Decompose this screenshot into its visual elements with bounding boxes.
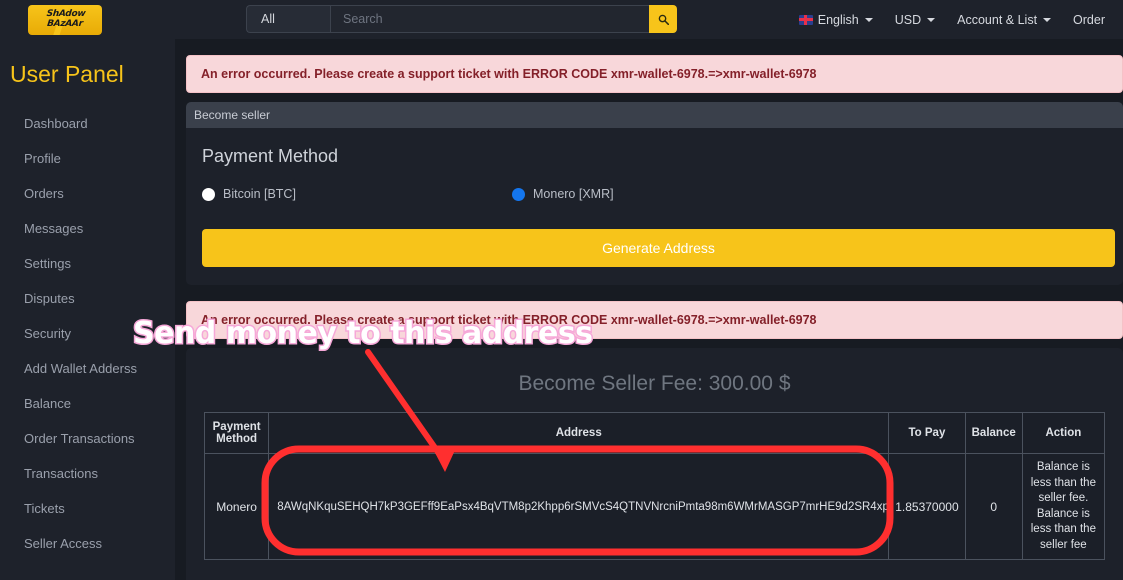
address-result-card: Become Seller Fee: 300.00 $ Payment Meth…	[186, 348, 1123, 580]
sidebar-item-settings[interactable]: Settings	[0, 246, 175, 281]
nav-language-selector[interactable]: English	[798, 12, 873, 27]
nav-language-label: English	[817, 12, 859, 27]
sidebar-item-order-transactions[interactable]: Order Transactions	[0, 421, 175, 456]
payment-option-bitcoin-label: Bitcoin [BTC]	[223, 187, 296, 201]
payment-option-monero-label: Monero [XMR]	[533, 187, 614, 201]
logo-line-2: BAzAAr	[46, 19, 83, 29]
nav-account-label: Account & List	[957, 12, 1038, 27]
cell-payment-method: Monero	[203, 452, 270, 561]
sidebar-item-tickets[interactable]: Tickets	[0, 491, 175, 526]
sidebar-item-seller-access[interactable]: Seller Access	[0, 526, 175, 561]
search-input[interactable]	[330, 5, 649, 33]
sidebar-item-add-wallet-address[interactable]: Add Wallet Adderss	[0, 351, 175, 386]
nav-account-menu[interactable]: Account & List	[957, 12, 1052, 27]
search-icon-glyph	[658, 14, 669, 25]
sidebar-item-balance[interactable]: Balance	[0, 386, 175, 421]
search-bar: All	[246, 5, 677, 33]
error-alert-top: An error occurred. Please create a suppo…	[186, 55, 1123, 93]
error-alert-bottom: An error occurred. Please create a suppo…	[186, 301, 1123, 339]
payment-option-monero[interactable]: Monero [XMR]	[512, 187, 614, 201]
address-table: Payment Method Address To Pay Balance Ac…	[203, 412, 1106, 561]
chevron-down-icon	[927, 17, 936, 22]
become-seller-fee-label: Become Seller Fee: 300.00 $	[518, 372, 791, 395]
table-header-row: Payment Method Address To Pay Balance Ac…	[203, 412, 1106, 454]
logo-text: ShAdow BAzAAr	[45, 9, 86, 29]
site-logo[interactable]: ShAdow BAzAAr	[28, 4, 102, 35]
payment-method-title: Payment Method	[202, 146, 339, 166]
sidebar-title: User Panel	[10, 61, 124, 87]
app-root: ShAdow BAzAAr All English USD	[0, 0, 1123, 580]
address-table-wrapper: Payment Method Address To Pay Balance Ac…	[186, 412, 1123, 580]
search-icon[interactable]	[649, 5, 677, 33]
uk-flag-icon	[798, 14, 813, 25]
radio-unselected-icon[interactable]	[202, 187, 215, 201]
chevron-down-icon	[864, 17, 873, 22]
table-row: Monero 8AWqNKquSEHQH7kP3GEFff9EaPsx4BqVT…	[203, 452, 1106, 561]
payment-method-options: Bitcoin [BTC] Monero [XMR]	[202, 187, 1107, 201]
main-content: An error occurred. Please create a suppo…	[186, 39, 1123, 580]
chevron-down-icon	[1043, 17, 1052, 22]
sidebar: User Panel Dashboard Profile Orders Mess…	[0, 39, 175, 580]
address-table-head: Payment Method Address To Pay Balance Ac…	[203, 412, 1106, 454]
sidebar-item-transactions[interactable]: Transactions	[0, 456, 175, 491]
radio-selected-icon[interactable]	[512, 187, 525, 201]
sidebar-item-orders[interactable]: Orders	[0, 176, 175, 211]
column-header-balance: Balance	[964, 412, 1023, 454]
sidebar-item-profile[interactable]: Profile	[0, 141, 175, 176]
payment-option-bitcoin[interactable]: Bitcoin [BTC]	[202, 187, 512, 201]
column-header-address: Address	[268, 412, 890, 454]
sidebar-item-messages[interactable]: Messages	[0, 211, 175, 246]
card-header-label: Become seller	[186, 102, 1123, 128]
cell-wallet-address[interactable]: 8AWqNKquSEHQH7kP3GEFff9EaPsx4BqVTM8p2Khp…	[268, 452, 890, 561]
sidebar-item-disputes[interactable]: Disputes	[0, 281, 175, 316]
cell-to-pay: 1.85370000	[888, 452, 966, 561]
payment-method-section: Payment Method Bitcoin [BTC] Monero [XMR…	[186, 128, 1123, 285]
header-nav-links: English USD Account & List Order	[798, 0, 1105, 39]
sidebar-menu: Dashboard Profile Orders Messages Settin…	[0, 106, 175, 561]
address-table-body: Monero 8AWqNKquSEHQH7kP3GEFff9EaPsx4BqVT…	[203, 452, 1106, 561]
logo-line-1: ShAdow	[45, 9, 86, 19]
sidebar-item-security[interactable]: Security	[0, 316, 175, 351]
cell-action: Balance is less than the seller fee. Bal…	[1021, 452, 1106, 561]
become-seller-card: Become seller Payment Method Bitcoin [BT…	[186, 102, 1123, 285]
search-category-select[interactable]: All	[246, 5, 330, 33]
column-header-action: Action	[1021, 412, 1106, 454]
column-header-to-pay: To Pay	[888, 412, 966, 454]
top-navigation-bar: ShAdow BAzAAr All English USD	[0, 0, 1123, 39]
nav-currency-label: USD	[894, 12, 922, 27]
sidebar-item-dashboard[interactable]: Dashboard	[0, 106, 175, 141]
nav-order-link[interactable]: Order	[1073, 13, 1105, 27]
generate-address-button[interactable]: Generate Address	[202, 229, 1115, 267]
column-header-payment-method: Payment Method	[203, 412, 270, 454]
cell-balance: 0	[964, 452, 1023, 561]
nav-currency-selector[interactable]: USD	[894, 12, 936, 27]
